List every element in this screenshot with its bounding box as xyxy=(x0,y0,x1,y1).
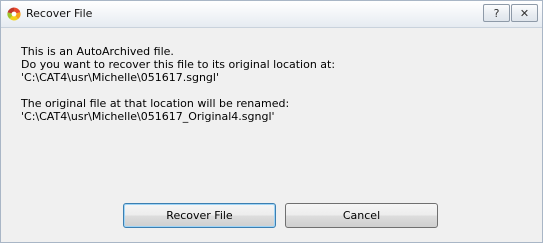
recover-file-button[interactable]: Recover File xyxy=(123,203,276,228)
close-button[interactable]: ✕ xyxy=(511,4,538,22)
message-rename-notice: The original file at that location will … xyxy=(21,97,290,110)
help-button[interactable]: ? xyxy=(483,4,510,22)
app-logo-icon xyxy=(7,7,21,21)
window-title: Recover File xyxy=(26,7,93,20)
help-icon: ? xyxy=(493,6,500,20)
message-autoarchived: This is an AutoArchived file. xyxy=(21,45,174,58)
close-icon: ✕ xyxy=(519,6,530,20)
title-bar[interactable]: Recover File ? ✕ xyxy=(1,1,542,28)
cancel-button[interactable]: Cancel xyxy=(285,203,438,228)
recover-file-dialog: Recover File ? ✕ This is an AutoArchived… xyxy=(0,0,543,243)
message-renamed-path: 'C:\CAT4\usr\Michelle\051617_Original4.s… xyxy=(21,110,275,123)
message-question: Do you want to recover this file to its … xyxy=(21,58,336,71)
message-original-path: 'C:\CAT4\usr\Michelle\051617.sgngl' xyxy=(21,71,219,84)
